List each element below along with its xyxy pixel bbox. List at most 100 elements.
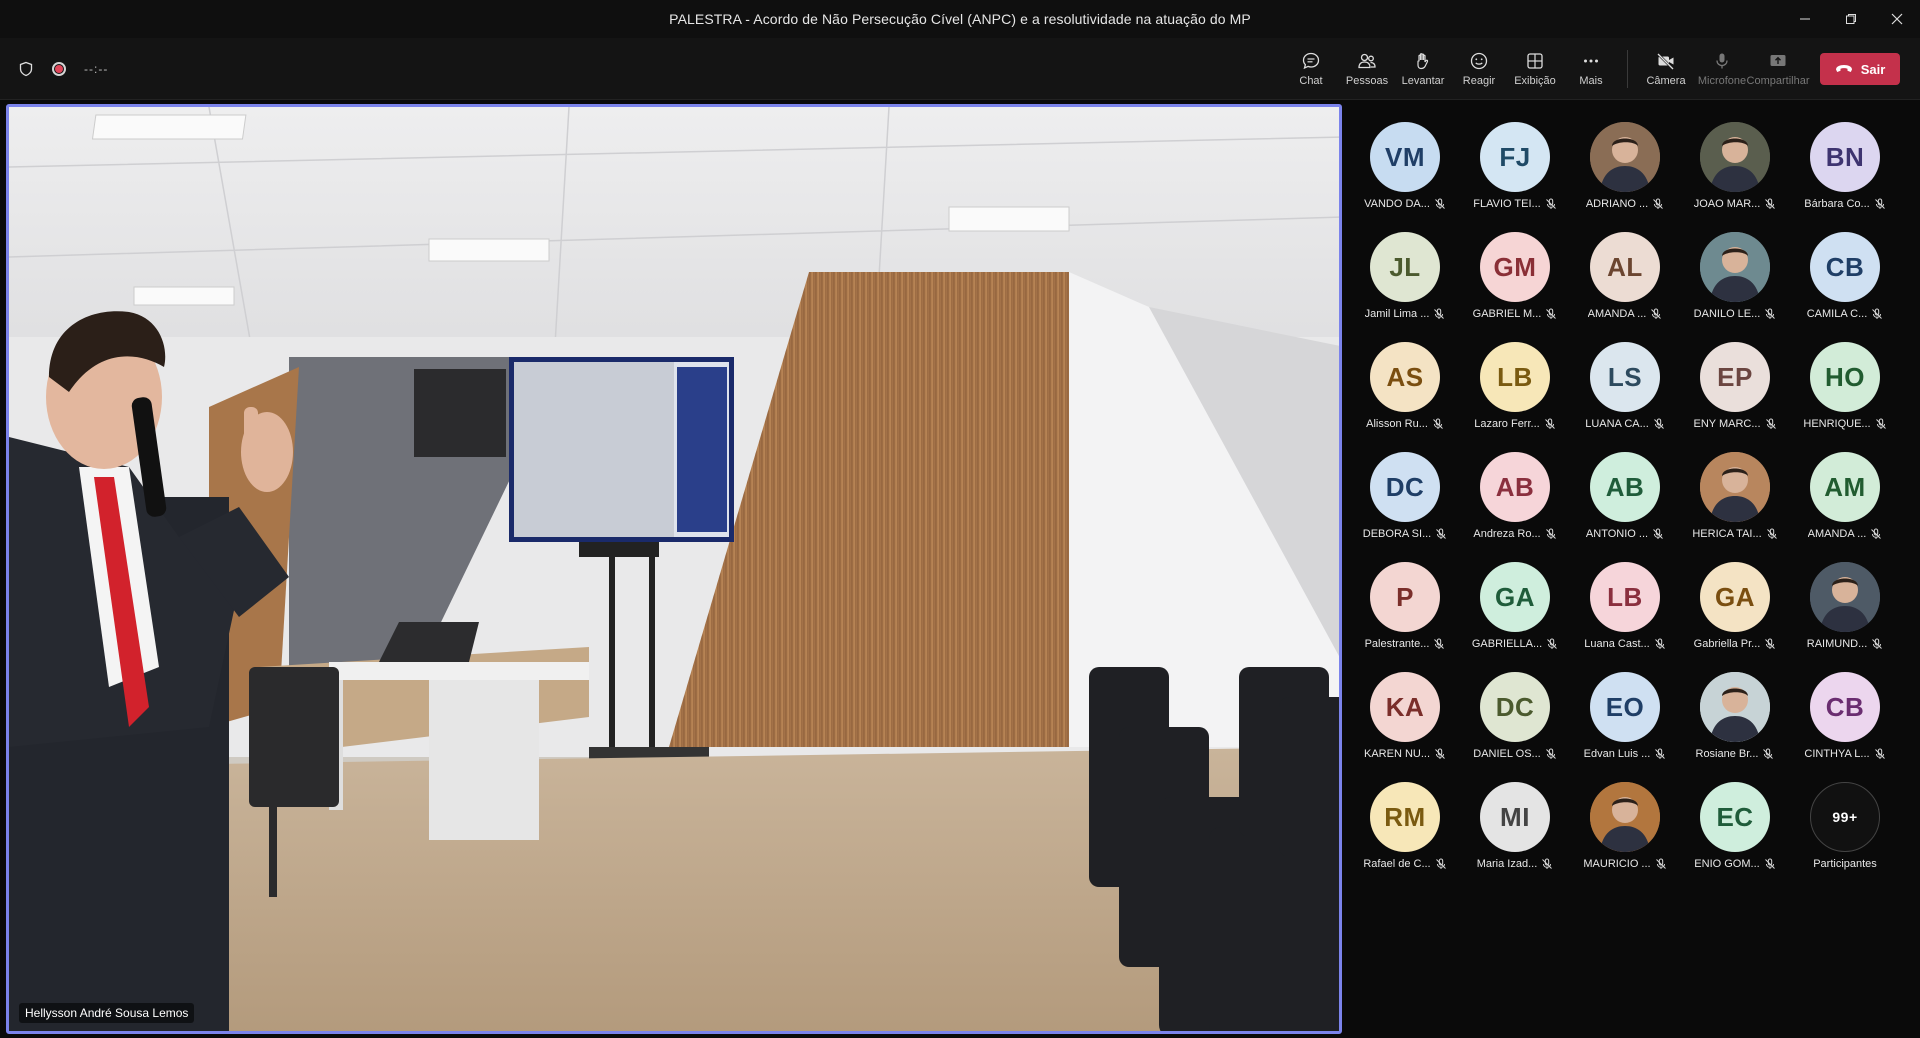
participant-avatar: GA <box>1700 562 1770 632</box>
participant-tile[interactable]: ADRIANO ... <box>1570 112 1680 216</box>
participant-tile[interactable]: HO HENRIQUE... <box>1790 332 1900 436</box>
participant-name: GABRIEL M... <box>1472 308 1542 320</box>
participant-name-row: CAMILA C... <box>1790 308 1900 320</box>
participant-tile[interactable]: CB CINTHYA L... <box>1790 662 1900 766</box>
window-controls <box>1782 0 1920 38</box>
leave-button[interactable]: Sair <box>1820 53 1900 85</box>
participant-name: FLAVIO TEI... <box>1473 198 1541 210</box>
react-button[interactable]: Reagir <box>1451 38 1507 100</box>
participant-avatar: AB <box>1590 452 1660 522</box>
participant-tile[interactable]: AB ANTONIO ... <box>1570 442 1680 546</box>
view-button[interactable]: Exibição <box>1507 38 1563 100</box>
recording-icon <box>52 62 66 76</box>
participant-name: HERICA TAI... <box>1692 528 1762 540</box>
participant-name-row: HERICA TAI... <box>1680 528 1790 540</box>
participant-name-row: ANTONIO ... <box>1570 528 1680 540</box>
participant-tile[interactable]: VM VANDO DA... <box>1350 112 1460 216</box>
microphone-icon <box>1716 53 1728 69</box>
mic-muted-icon <box>1765 638 1776 649</box>
participant-tile[interactable]: EC ENIO GOM... <box>1680 772 1790 876</box>
meeting-status: --:-- <box>18 38 108 100</box>
restore-button[interactable] <box>1828 0 1874 38</box>
minimize-button[interactable] <box>1782 0 1828 38</box>
participant-name-row: Luana Cast... <box>1570 638 1680 650</box>
participant-name: Gabriella Pr... <box>1693 638 1761 650</box>
participant-tile[interactable]: BN Bárbara Co... <box>1790 112 1900 216</box>
close-button[interactable] <box>1874 0 1920 38</box>
participant-name: Alisson Ru... <box>1366 418 1428 430</box>
participant-tile[interactable]: JOAO MAR... <box>1680 112 1790 216</box>
participant-tile[interactable]: LB Lazaro Ferr... <box>1460 332 1570 436</box>
participant-avatar: MI <box>1480 782 1550 852</box>
shield-icon[interactable] <box>18 61 34 77</box>
participant-tile[interactable]: RM Rafael de C... <box>1350 772 1460 876</box>
window-title: PALESTRA - Acordo de Não Persecução Cíve… <box>669 11 1251 27</box>
participant-photo <box>1700 672 1770 742</box>
mic-muted-icon <box>1434 638 1445 649</box>
participant-tile[interactable]: MAURICIO ... <box>1570 772 1680 876</box>
mic-muted-icon <box>1871 528 1882 539</box>
camera-button[interactable]: Câmera <box>1638 38 1694 100</box>
participant-name: CINTHYA L... <box>1804 748 1870 760</box>
participant-tile[interactable]: DC DEBORA SI... <box>1350 442 1460 546</box>
people-button[interactable]: Pessoas <box>1339 38 1395 100</box>
camera-off-icon <box>1657 53 1674 70</box>
participant-tile[interactable]: LB Luana Cast... <box>1570 552 1680 656</box>
participant-tile[interactable]: LS LUANA CA... <box>1570 332 1680 436</box>
mic-muted-icon <box>1435 858 1446 869</box>
participant-name: ENY MARC... <box>1693 418 1761 430</box>
meeting-toolbar: --:-- Chat Pessoas Levantar Reagir Exibi… <box>0 38 1920 100</box>
restore-icon <box>1846 14 1856 24</box>
participant-avatar: HO <box>1810 342 1880 412</box>
participant-tile[interactable]: FJ FLAVIO TEI... <box>1460 112 1570 216</box>
participant-tile[interactable]: GM GABRIEL M... <box>1460 222 1570 326</box>
share-button[interactable]: Compartilhar <box>1747 38 1809 100</box>
microphone-button[interactable]: Microfone <box>1694 38 1750 100</box>
participant-tile[interactable]: JL Jamil Lima ... <box>1350 222 1460 326</box>
mic-muted-icon <box>1434 308 1445 319</box>
participant-tile[interactable]: AS Alisson Ru... <box>1350 332 1460 436</box>
participant-name: CAMILA C... <box>1806 308 1868 320</box>
participant-name: GABRIELLA... <box>1471 638 1543 650</box>
participant-avatar: LB <box>1480 342 1550 412</box>
raise-hand-button[interactable]: Levantar <box>1395 38 1451 100</box>
participant-tile[interactable]: P Palestrante... <box>1350 552 1460 656</box>
participant-name-row: Gabriella Pr... <box>1680 638 1790 650</box>
speaker-name-label: Hellysson André Sousa Lemos <box>19 1003 195 1023</box>
speaker-video-feed <box>9 107 1339 1031</box>
participant-avatar: VM <box>1370 122 1440 192</box>
more-button[interactable]: Mais <box>1563 38 1619 100</box>
participant-tile[interactable]: EO Edvan Luis ... <box>1570 662 1680 766</box>
more-participants-tile[interactable]: 99+ Participantes <box>1790 772 1900 876</box>
participant-tile[interactable]: GA Gabriella Pr... <box>1680 552 1790 656</box>
participant-name: Rosiane Br... <box>1695 748 1759 760</box>
participant-tile[interactable]: CB CAMILA C... <box>1790 222 1900 326</box>
participant-avatar: FJ <box>1480 122 1550 192</box>
participant-tile[interactable]: HERICA TAI... <box>1680 442 1790 546</box>
participant-tile[interactable]: AL AMANDA ... <box>1570 222 1680 326</box>
person-photo-icon <box>1590 122 1660 192</box>
main-video-stage[interactable]: Hellysson André Sousa Lemos <box>6 104 1342 1034</box>
participant-tile[interactable]: MI Maria Izad... <box>1460 772 1570 876</box>
participant-tile[interactable]: Rosiane Br... <box>1680 662 1790 766</box>
hang-up-icon <box>1835 65 1852 72</box>
participant-name-row: Bárbara Co... <box>1790 198 1900 210</box>
participant-tile[interactable]: GA GABRIELLA... <box>1460 552 1570 656</box>
participant-tile[interactable]: AB Andreza Ro... <box>1460 442 1570 546</box>
chat-button[interactable]: Chat <box>1283 38 1339 100</box>
participant-name: Bárbara Co... <box>1804 198 1870 210</box>
participant-tile[interactable]: AM AMANDA ... <box>1790 442 1900 546</box>
participant-name: MAURICIO ... <box>1583 858 1651 870</box>
participant-tile[interactable]: KA KAREN NU... <box>1350 662 1460 766</box>
participant-name: DANIEL OS... <box>1473 748 1541 760</box>
participant-name: RAIMUND... <box>1806 638 1868 650</box>
participant-name: DEBORA SI... <box>1362 528 1432 540</box>
participant-tile[interactable]: DC DANIEL OS... <box>1460 662 1570 766</box>
participant-tile[interactable]: EP ENY MARC... <box>1680 332 1790 436</box>
participant-name: Jamil Lima ... <box>1364 308 1430 320</box>
mic-muted-icon <box>1653 198 1664 209</box>
participant-tile[interactable]: RAIMUND... <box>1790 552 1900 656</box>
participant-tile[interactable]: DANILO LE... <box>1680 222 1790 326</box>
participant-name-row: Andreza Ro... <box>1460 528 1570 540</box>
mic-muted-icon <box>1872 308 1883 319</box>
